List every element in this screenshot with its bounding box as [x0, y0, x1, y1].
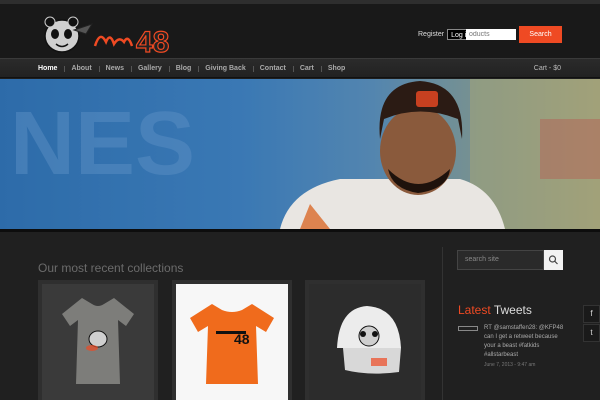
- facebook-icon: f: [590, 309, 593, 318]
- tweet-bird-icon: [458, 326, 478, 331]
- panda-mascot-icon: [44, 16, 94, 53]
- tweet-text[interactable]: RT @samstaffen28: @KFP48 can I get a ret…: [484, 324, 566, 360]
- main-content: Our most recent collections 48 search si…: [0, 232, 600, 400]
- twitter-button[interactable]: t: [583, 324, 600, 342]
- nav-item-gallery[interactable]: Gallery: [130, 59, 169, 79]
- nav-item-giving-back[interactable]: Giving Back: [198, 59, 252, 79]
- nav-item-about[interactable]: About: [64, 59, 98, 79]
- tweet-date[interactable]: June 7, 2013 - 9:47 am: [484, 362, 535, 368]
- tweets-heading: Latest Tweets: [458, 303, 532, 317]
- tweets-heading-rest: Tweets: [493, 303, 532, 317]
- hero-banner: NES: [0, 79, 600, 229]
- nav-item-shop[interactable]: Shop: [320, 59, 353, 79]
- nav-item-cart[interactable]: Cart: [292, 59, 321, 79]
- search-icon: [548, 255, 558, 265]
- white-cap-image: [309, 284, 421, 400]
- site-search-input[interactable]: search site: [457, 250, 544, 270]
- search-button[interactable]: Search: [519, 26, 562, 43]
- hero-photo: NES: [0, 79, 600, 229]
- twitter-icon: t: [590, 328, 593, 337]
- tweets-heading-accent: Latest: [458, 303, 491, 317]
- facebook-button[interactable]: f: [583, 305, 600, 323]
- nav-item-home[interactable]: Home: [31, 59, 64, 79]
- nav-item-blog[interactable]: Blog: [168, 59, 199, 79]
- svg-text:NES: NES: [10, 94, 195, 194]
- header-search-input[interactable]: [466, 29, 516, 40]
- product-card[interactable]: [305, 280, 425, 400]
- orange-tshirt-image: 48: [176, 284, 288, 400]
- nav-item-news[interactable]: News: [98, 59, 131, 79]
- product-card[interactable]: 48: [172, 280, 292, 400]
- main-nav: Home About News Gallery Blog Giving Back…: [0, 58, 600, 78]
- cart-summary[interactable]: Cart - $0: [534, 59, 561, 79]
- section-title: Our most recent collections: [38, 261, 184, 275]
- product-card[interactable]: [38, 280, 158, 400]
- register-link[interactable]: Register: [418, 31, 444, 38]
- site-search-button[interactable]: [544, 250, 563, 270]
- svg-text:48: 48: [136, 26, 169, 58]
- sidebar-divider: [442, 247, 443, 400]
- nav-item-contact[interactable]: Contact: [252, 59, 293, 79]
- logo[interactable]: 48: [40, 12, 182, 58]
- gray-tshirt-image: [42, 284, 154, 400]
- site-header: 48 Register Log in Search: [0, 0, 600, 58]
